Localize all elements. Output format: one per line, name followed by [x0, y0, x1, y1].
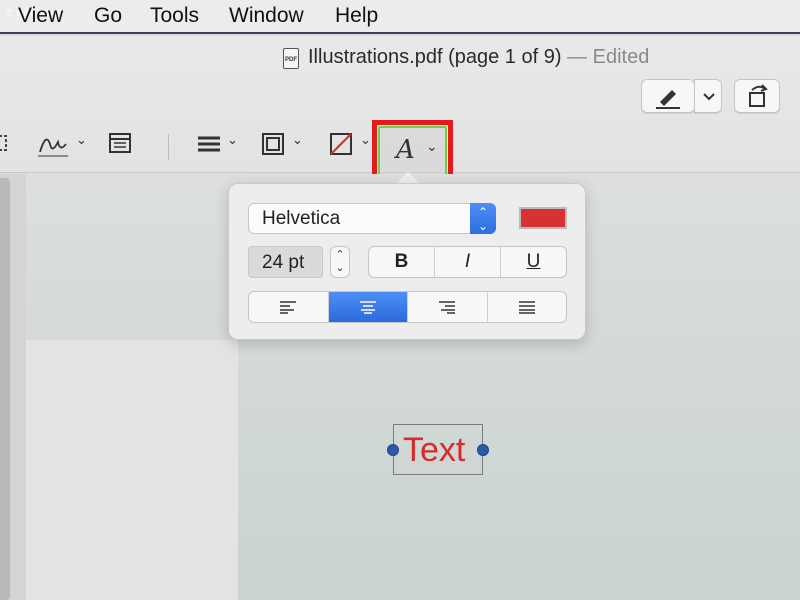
align-justify-button[interactable]: [488, 292, 567, 322]
chevron-down-icon: ⌄: [426, 138, 438, 154]
menu-view[interactable]: View: [18, 4, 63, 28]
font-size-value: 24 pt: [262, 252, 305, 273]
note-tool-icon[interactable]: [108, 130, 132, 160]
popover-arrow: [397, 172, 419, 183]
edited-status: — Edited: [567, 46, 650, 68]
window-title: Illustrations.pdf (page 1 of 9) — Edited: [280, 46, 649, 69]
font-family-value: Helvetica: [262, 208, 341, 229]
shapes-tool-icon[interactable]: [0, 130, 10, 160]
resize-handle-right[interactable]: [477, 444, 489, 456]
sidebar: [0, 174, 26, 600]
font-color-well[interactable]: [519, 207, 567, 229]
chevron-down-icon: [703, 93, 715, 101]
resize-handle-left[interactable]: [387, 444, 399, 456]
italic-button[interactable]: I: [435, 247, 501, 277]
align-center-button[interactable]: [328, 292, 408, 322]
font-style-segment: B I U: [368, 246, 567, 278]
markup-button[interactable]: [641, 79, 695, 113]
chevron-down-icon[interactable]: ⌄: [292, 132, 303, 148]
menu-tools[interactable]: Tools: [150, 4, 199, 28]
chevron-down-icon[interactable]: ⌄: [360, 132, 371, 148]
font-size-stepper[interactable]: ⌃ ⌄: [330, 246, 350, 278]
align-center-icon: [359, 301, 376, 314]
menu-help[interactable]: Help: [335, 4, 378, 28]
sidebar-scrollbar[interactable]: [0, 178, 10, 600]
align-justify-icon: [518, 301, 535, 314]
align-left-button[interactable]: [249, 292, 329, 322]
rotate-button[interactable]: [734, 79, 780, 113]
markup-menu-button[interactable]: [694, 79, 722, 113]
align-right-icon: [439, 301, 456, 314]
toolbar-divider: [168, 134, 169, 160]
underline-button[interactable]: U: [501, 247, 566, 277]
border-color-tool-icon[interactable]: [260, 130, 286, 160]
page-thumbnail: [26, 340, 238, 600]
font-family-select[interactable]: Helvetica ⌃ ⌄: [248, 203, 496, 234]
rotate-icon: [749, 84, 768, 107]
chevron-down-icon[interactable]: ⌄: [227, 132, 238, 148]
text-annotation-label: Text: [403, 431, 466, 469]
line-style-tool-icon[interactable]: [196, 130, 222, 160]
text-style-popover: Helvetica ⌃ ⌄ 24 pt ⌃ ⌄ B I U: [228, 183, 586, 340]
text-annotation[interactable]: Text: [393, 424, 483, 475]
pen-icon: [656, 90, 680, 109]
align-right-button[interactable]: [408, 292, 488, 322]
menu-bar: © wikiHow ir View Go Tools Window Help: [0, 0, 800, 34]
text-style-button[interactable]: A ⌄: [378, 126, 447, 178]
font-size-field[interactable]: 24 pt: [248, 246, 323, 278]
chevron-down-icon[interactable]: ⌄: [76, 132, 87, 148]
sign-tool-icon[interactable]: [36, 130, 74, 160]
alignment-segment: [248, 291, 567, 323]
align-left-icon: [280, 301, 297, 314]
menu-go[interactable]: Go: [94, 4, 122, 28]
document-title: Illustrations.pdf (page 1 of 9): [308, 46, 562, 68]
fill-color-tool-icon[interactable]: [328, 130, 354, 160]
bold-button[interactable]: B: [369, 247, 435, 277]
text-style-icon: A: [396, 135, 415, 165]
menu-window[interactable]: Window: [229, 4, 304, 28]
select-arrows-icon: ⌃ ⌄: [470, 203, 496, 234]
